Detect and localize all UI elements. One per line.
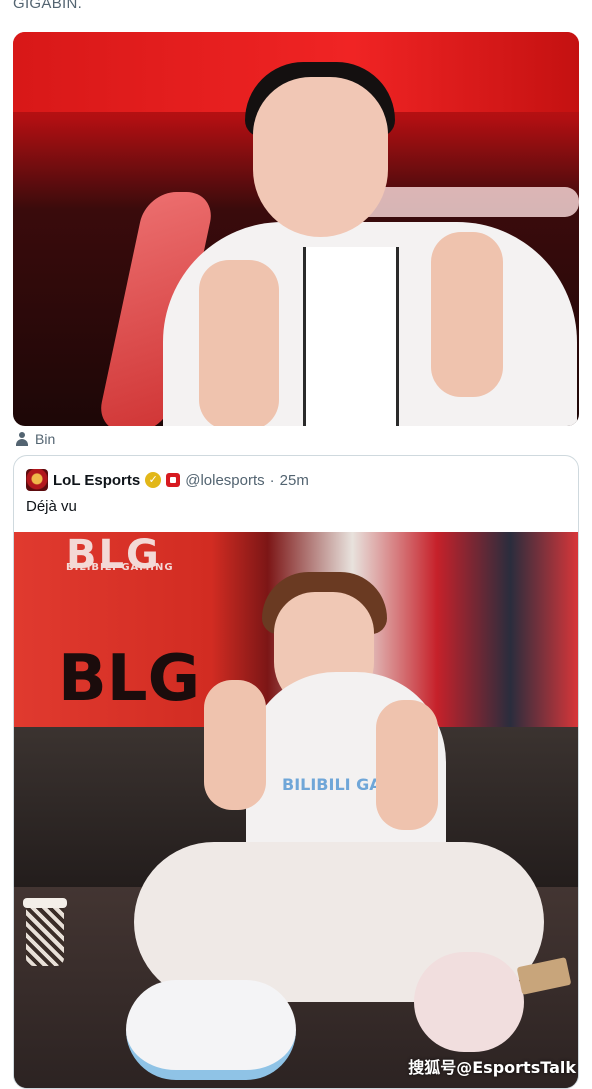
meta-separator: · bbox=[269, 471, 275, 489]
author-handle[interactable]: @lolesports bbox=[185, 472, 264, 489]
verified-badge-icon: ✓ bbox=[145, 472, 162, 488]
watermark: 搜狐号@EsportsTalk bbox=[408, 1058, 576, 1077]
post-photo[interactable] bbox=[13, 32, 579, 426]
affiliate-badge-icon bbox=[166, 473, 181, 487]
quoted-tweet-card[interactable]: LoL Esports ✓ @lolesports · 25m Déjà vu … bbox=[13, 455, 579, 1089]
banner-subtitle: BILIBILI GAMING bbox=[66, 562, 174, 573]
banner-big-logo: BLG bbox=[58, 642, 201, 716]
coffee-cup bbox=[23, 898, 67, 966]
quoted-tweet-photo[interactable]: BLG BILIBILI GAMING BLG BILIBILI GAMING bbox=[14, 532, 578, 1088]
author-name[interactable]: LoL Esports bbox=[53, 472, 140, 489]
photo-credit[interactable]: Bin bbox=[15, 431, 55, 447]
quoted-tweet-text: Déjà vu bbox=[26, 498, 77, 515]
tweet-timestamp[interactable]: 25m bbox=[280, 472, 309, 489]
post-text-tail: GIGABIN. bbox=[13, 0, 83, 12]
person-icon bbox=[15, 432, 29, 446]
quoted-tweet-header: LoL Esports ✓ @lolesports · 25m bbox=[26, 469, 309, 491]
author-avatar[interactable] bbox=[26, 469, 48, 491]
photo-credit-name: Bin bbox=[35, 431, 56, 447]
